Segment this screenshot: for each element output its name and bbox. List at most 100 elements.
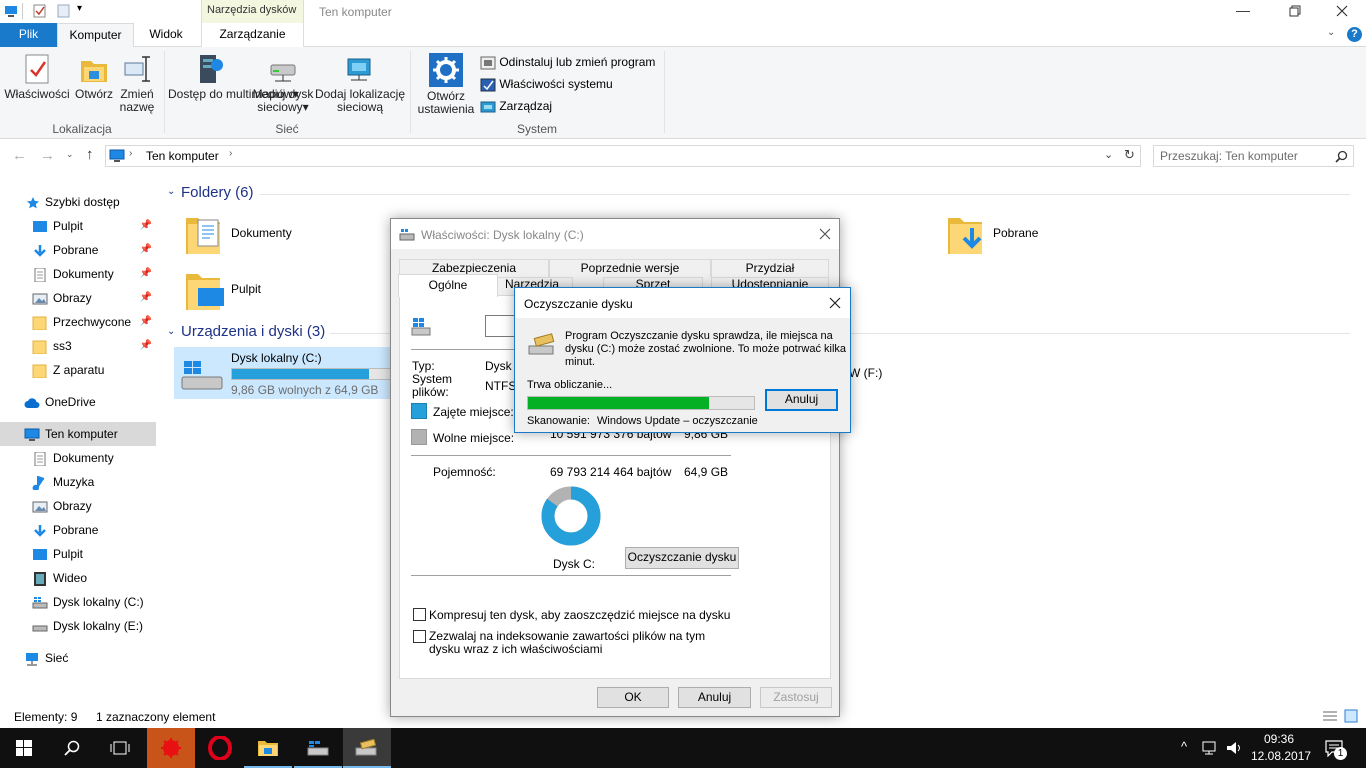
nav-pc-drive-c[interactable]: Dysk lokalny (C:) — [0, 590, 156, 614]
taskbar-disk-cleanup[interactable] — [343, 728, 391, 768]
task-view-button[interactable] — [96, 728, 144, 768]
computer-icon[interactable] — [4, 4, 18, 18]
uninstall-program-item[interactable]: Odinstaluj lub zmień program — [480, 54, 655, 72]
nav-pc-documents[interactable]: Dokumenty — [0, 446, 156, 470]
cleanup-cancel-button[interactable]: Anuluj — [765, 389, 838, 411]
nav-onedrive[interactable]: OneDrive — [0, 390, 156, 414]
breadcrumb-this-pc[interactable]: Ten komputer — [146, 149, 219, 163]
search-input[interactable]: Przeszukaj: Ten komputer — [1153, 145, 1354, 167]
tab-computer[interactable]: Komputer — [57, 23, 134, 48]
refresh-icon[interactable]: ↻ — [1124, 147, 1135, 163]
pin-icon[interactable]: 📌 — [140, 262, 152, 286]
breadcrumb-chevron-icon[interactable]: › — [129, 148, 132, 159]
nav-quick-documents[interactable]: Dokumenty 📌 — [0, 262, 156, 286]
devices-section-header[interactable]: Urządzenia i dyski (3) — [181, 323, 325, 340]
restore-button[interactable] — [1289, 5, 1301, 17]
minimize-button[interactable]: — — [1236, 2, 1250, 18]
nav-pc-downloads[interactable]: Pobrane — [0, 518, 156, 542]
customize-toolbar-icon[interactable]: ▾ — [77, 3, 82, 14]
close-window-button[interactable] — [1336, 5, 1348, 17]
manage-item[interactable]: Zarządzaj — [480, 98, 552, 116]
show-hidden-icons-button[interactable]: ^ — [1181, 739, 1187, 754]
pin-icon[interactable]: 📌 — [140, 310, 152, 334]
details-view-icon[interactable] — [1322, 710, 1338, 722]
tab-view[interactable]: Widok — [134, 23, 198, 47]
up-button[interactable]: ↑ — [86, 146, 94, 163]
address-field[interactable]: › Ten komputer › ⌄ ↻ — [105, 145, 1141, 167]
large-icons-view-icon[interactable] — [1344, 709, 1358, 723]
nav-quick-screenshots[interactable]: Przechwycone 📌 — [0, 310, 156, 334]
taskbar-app-red[interactable] — [147, 728, 195, 768]
open-settings-button[interactable]: Otwórz ustawienia — [414, 53, 478, 116]
tab-manage[interactable]: Zarządzanie — [201, 23, 304, 47]
new-folder-quick-icon[interactable] — [57, 4, 71, 18]
search-icon — [64, 740, 80, 756]
clock-time[interactable]: 09:36 — [1251, 732, 1307, 746]
tab-previous-versions[interactable]: Poprzednie wersje — [549, 259, 711, 277]
help-icon[interactable]: ? — [1347, 27, 1362, 42]
compress-checkbox[interactable] — [413, 608, 426, 621]
properties-button[interactable]: Właściwości — [4, 53, 70, 101]
map-drive-button[interactable]: Mapuj dysk sieciowy▾ — [252, 53, 314, 114]
file-system-value: NTFS — [485, 379, 517, 393]
recent-locations-icon[interactable]: ⌄ — [66, 149, 74, 160]
nav-quick-desktop[interactable]: Pulpit 📌 — [0, 214, 156, 238]
pin-icon[interactable]: 📌 — [140, 334, 152, 358]
network-drive-icon — [270, 64, 296, 82]
taskbar-file-explorer[interactable] — [244, 728, 292, 768]
folders-section-header[interactable]: Foldery (6) — [181, 184, 254, 201]
tab-file[interactable]: Plik — [0, 23, 57, 47]
close-dialog-button[interactable] — [819, 228, 831, 240]
nav-quick-downloads[interactable]: Pobrane 📌 — [0, 238, 156, 262]
ok-button[interactable]: OK — [597, 687, 669, 708]
drive-item-c[interactable]: Dysk lokalny (C:) 9,86 GB wolnych z 64,9… — [174, 347, 394, 399]
folder-item-documents[interactable]: Dokumenty — [184, 212, 384, 258]
search-taskbar-button[interactable] — [48, 728, 96, 768]
clock-date[interactable]: 12.08.2017 — [1251, 749, 1311, 763]
back-button[interactable]: ← — [12, 147, 27, 164]
properties-quick-icon[interactable] — [33, 4, 47, 18]
folder-item-desktop[interactable]: Pulpit — [184, 268, 384, 314]
taskbar-drive-properties[interactable] — [294, 728, 342, 768]
folder-icon — [32, 316, 47, 330]
nav-quick-access[interactable]: Szybki dostęp — [0, 190, 156, 214]
rename-button[interactable]: Zmień nazwę — [118, 53, 156, 114]
open-button[interactable]: Otwórz — [72, 53, 116, 101]
nav-quick-camera[interactable]: Z aparatu — [0, 358, 156, 382]
taskbar-opera[interactable] — [196, 728, 244, 768]
tab-quota[interactable]: Przydział — [711, 259, 829, 277]
pin-icon[interactable]: 📌 — [140, 286, 152, 310]
index-checkbox[interactable] — [413, 630, 426, 643]
pin-icon[interactable]: 📌 — [140, 214, 152, 238]
drive-item-f-label[interactable]: W (F:) — [849, 366, 882, 380]
breadcrumb-chevron-icon[interactable]: › — [229, 148, 232, 159]
collapse-chevron-icon[interactable]: ⌄ — [167, 186, 175, 197]
nav-pc-videos[interactable]: Wideo — [0, 566, 156, 590]
volume-icon[interactable] — [1226, 741, 1244, 755]
nav-quick-pictures[interactable]: Obrazy 📌 — [0, 286, 156, 310]
nav-pc-desktop[interactable]: Pulpit — [0, 542, 156, 566]
nav-quick-ss3[interactable]: ss3 📌 — [0, 334, 156, 358]
nav-pc-pictures[interactable]: Obrazy — [0, 494, 156, 518]
nav-pc-drive-e[interactable]: Dysk lokalny (E:) — [0, 614, 156, 638]
forward-button[interactable]: → — [40, 147, 55, 164]
nav-network[interactable]: Sieć — [0, 646, 156, 670]
media-access-button[interactable]: Dostęp do multimediów▾ — [168, 53, 299, 101]
address-dropdown-icon[interactable]: ⌄ — [1104, 148, 1113, 161]
cancel-button[interactable]: Anuluj — [678, 687, 751, 708]
add-network-location-button[interactable]: Dodaj lokalizację sieciową — [314, 53, 406, 114]
network-status-icon[interactable] — [1202, 741, 1220, 755]
group-network-label: Sieć — [275, 122, 299, 136]
pin-icon[interactable]: 📌 — [140, 238, 152, 262]
disk-cleanup-button[interactable]: Oczyszczanie dysku — [625, 547, 739, 569]
expand-ribbon-icon[interactable]: ⌄ — [1327, 27, 1335, 38]
nav-this-pc[interactable]: Ten komputer — [0, 422, 156, 446]
start-button[interactable] — [0, 728, 48, 768]
apply-button[interactable]: Zastosuj — [760, 687, 832, 708]
tab-general[interactable]: Ogólne — [398, 274, 498, 297]
system-properties-item[interactable]: Właściwości systemu — [480, 76, 613, 94]
close-cleanup-button[interactable] — [829, 297, 841, 309]
folder-item-downloads[interactable]: Pobrane — [946, 212, 1146, 258]
collapse-chevron-icon[interactable]: ⌄ — [167, 326, 175, 337]
nav-pc-music[interactable]: Muzyka — [0, 470, 156, 494]
